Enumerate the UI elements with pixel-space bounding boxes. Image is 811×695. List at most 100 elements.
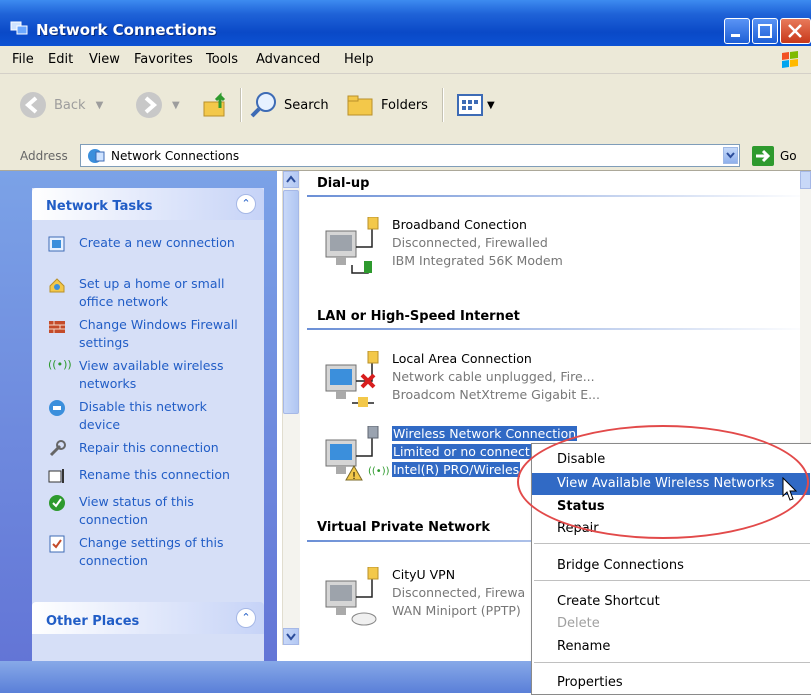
task-repair-connection[interactable]: Repair this connection [48, 439, 258, 458]
search-label: Search [284, 97, 329, 113]
menu-tools[interactable]: Tools [206, 52, 238, 67]
connection-broadband[interactable]: Broadband Conection Disconnected, Firewa… [322, 217, 612, 279]
go-button[interactable] [752, 146, 774, 166]
scroll-up-button[interactable] [800, 171, 811, 189]
task-label: Disable this network device [79, 399, 207, 432]
task-label: Rename this connection [79, 467, 230, 482]
maximize-icon [758, 24, 772, 38]
collapse-icon[interactable]: ⌃ [236, 608, 256, 628]
menu-view[interactable]: View [89, 52, 120, 67]
scroll-up-button[interactable] [283, 171, 299, 188]
network-connections-icon [88, 149, 105, 163]
network-tasks-title: Network Tasks [46, 199, 153, 214]
forward-dropdown-icon[interactable]: ▼ [172, 100, 180, 111]
menu-advanced[interactable]: Advanced [256, 52, 320, 67]
other-places-header[interactable]: Other Places ⌃ [32, 602, 264, 634]
connection-name: Wireless Network Connection [392, 426, 578, 441]
scroll-down-button[interactable] [283, 628, 299, 645]
up-folder-button[interactable] [202, 90, 232, 120]
wireless-icon: ((•)) [48, 358, 72, 371]
connection-device: Broadcom NetXtreme Gigabit E... [392, 387, 601, 402]
menu-help[interactable]: Help [344, 52, 374, 67]
network-tasks-header[interactable]: Network Tasks ⌃ [32, 188, 264, 220]
task-pane-scrollbar[interactable] [282, 171, 300, 645]
dialup-connection-icon [325, 217, 379, 274]
connection-status: Limited or no connect [392, 444, 531, 459]
menu-item-properties[interactable]: Properties [532, 672, 810, 694]
group-dialup-title: Dial-up [317, 176, 370, 191]
task-view-status[interactable]: View status of this connection [48, 493, 258, 529]
connection-status: Disconnected, Firewa [392, 585, 526, 600]
menu-file[interactable]: File [12, 52, 34, 67]
firewall-icon [49, 321, 65, 333]
other-places-panel: Other Places ⌃ [32, 602, 264, 662]
connection-name: CityU VPN [392, 567, 456, 582]
scroll-thumb[interactable] [283, 190, 299, 414]
menu-separator [534, 543, 810, 544]
folders-button[interactable]: Folders [345, 90, 428, 120]
search-icon [250, 92, 276, 118]
folders-icon [347, 95, 373, 116]
address-value: Network Connections [111, 149, 240, 163]
task-label: Change settings of this connection [79, 535, 224, 568]
menu-item-rename[interactable]: Rename [532, 636, 810, 658]
menu-item-delete: Delete [557, 616, 600, 631]
menu-item-create-shortcut[interactable]: Create Shortcut [532, 591, 810, 613]
back-dropdown-icon[interactable]: ▼ [96, 100, 104, 111]
task-label: Repair this connection [79, 440, 219, 455]
task-change-settings[interactable]: Change settings of this connection [48, 534, 258, 570]
forward-arrow-icon [136, 92, 162, 118]
views-dropdown-icon[interactable]: ▼ [487, 100, 495, 111]
connection-device: Intel(R) PRO/Wireles [392, 462, 521, 477]
address-label: Address [20, 149, 68, 163]
folders-label: Folders [381, 97, 428, 113]
back-label: Back [54, 97, 86, 113]
connection-status: Network cable unplugged, Fire... [392, 369, 595, 384]
search-button[interactable]: Search [248, 90, 329, 120]
task-disable-device[interactable]: Disable this network device [48, 398, 258, 434]
forward-button[interactable]: ▼ [134, 90, 180, 120]
toolbar: Back ▼ ▼ Search Folders ▼ [0, 74, 811, 143]
collapse-icon[interactable]: ⌃ [236, 194, 256, 214]
task-rename-connection[interactable]: Rename this connection [48, 466, 258, 485]
back-button[interactable]: Back ▼ [18, 90, 103, 120]
title-bar: Network Connections [0, 0, 811, 46]
address-bar: Address Network Connections Go [0, 142, 811, 171]
home-network-icon [49, 278, 65, 293]
task-label: Create a new connection [79, 235, 235, 250]
views-button[interactable]: ▼ [455, 90, 495, 120]
address-input[interactable]: Network Connections [80, 144, 740, 167]
maximize-button[interactable] [752, 18, 778, 44]
menu-item-bridge-connections[interactable]: Bridge Connections [532, 555, 810, 577]
go-label[interactable]: Go [780, 149, 797, 163]
repair-wrench-icon [49, 440, 66, 457]
disable-device-icon [49, 400, 65, 416]
group-vpn-title: Virtual Private Network [317, 520, 491, 535]
network-tasks-panel: Network Tasks ⌃ Create a new connection … [32, 188, 264, 615]
toolbar-separator [240, 88, 242, 122]
views-icon [457, 94, 483, 116]
new-connection-icon [48, 236, 65, 252]
menu-favorites[interactable]: Favorites [134, 52, 193, 67]
close-button[interactable] [780, 18, 811, 44]
task-firewall-settings[interactable]: Change Windows Firewall settings [48, 316, 258, 352]
back-arrow-icon [20, 92, 46, 118]
connection-name: Broadband Conection [392, 217, 527, 232]
address-dropdown-button[interactable] [723, 147, 738, 164]
highlight-annotation [517, 425, 809, 539]
task-view-wireless[interactable]: ((•)) View available wireless networks [48, 357, 258, 393]
task-home-network[interactable]: Set up a home or small office network [48, 275, 258, 311]
lan-connection-icon [325, 351, 379, 407]
menu-edit[interactable]: Edit [48, 52, 73, 67]
task-label: View available wireless networks [79, 358, 224, 391]
task-label: Change Windows Firewall settings [79, 317, 238, 350]
connection-local-area[interactable]: Local Area Connection Network cable unpl… [322, 351, 622, 413]
chevron-up-icon [286, 175, 296, 183]
task-create-connection[interactable]: Create a new connection [48, 234, 258, 253]
selected-connection-device: Intel(R) PRO/Wireles [392, 462, 521, 477]
minimize-button[interactable] [724, 18, 750, 44]
selected-connection-name: Wireless Network Connection [392, 426, 578, 441]
connection-device: IBM Integrated 56K Modem [392, 253, 563, 268]
selected-connection-status: Limited or no connect [392, 444, 531, 459]
vpn-connection-icon [325, 567, 379, 626]
